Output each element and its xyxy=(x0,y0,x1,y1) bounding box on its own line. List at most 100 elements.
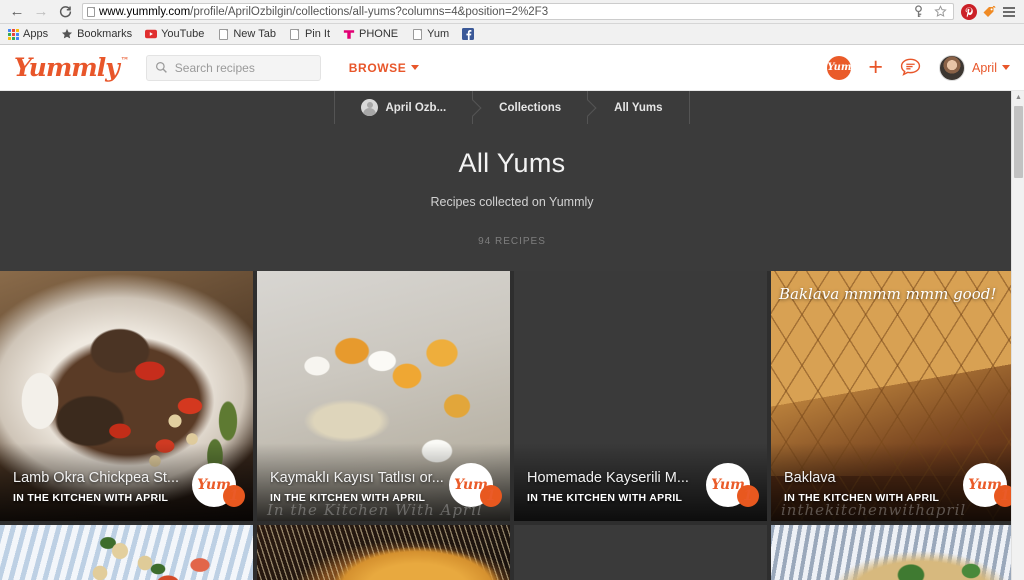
bookmark-facebook[interactable] xyxy=(462,28,475,40)
yummly-logo[interactable]: Yummly ™ xyxy=(14,53,129,82)
facebook-icon xyxy=(462,28,475,40)
chevron-down-icon xyxy=(411,65,420,70)
recipe-image xyxy=(257,525,510,580)
add-button[interactable]: + xyxy=(868,55,883,80)
messages-icon[interactable] xyxy=(900,58,922,78)
add-label: + xyxy=(868,53,883,81)
recipe-title: Baklava xyxy=(784,470,836,486)
bookmark-label: YouTube xyxy=(161,28,205,40)
star-icon xyxy=(61,28,73,40)
recipe-image xyxy=(771,525,1024,580)
recipe-title: Homemade Kayserili M... xyxy=(527,470,689,486)
yum-badge[interactable]: Yum 1 xyxy=(706,463,759,507)
bookmark-phone[interactable]: PHONE xyxy=(343,28,398,40)
url-host: www.yummly.com xyxy=(99,5,191,18)
bookmark-label: Bookmarks xyxy=(77,28,133,40)
back-arrow-icon[interactable]: ← xyxy=(6,1,28,23)
recipe-image-placeholder xyxy=(514,525,767,580)
recipe-card[interactable] xyxy=(0,525,253,580)
page-subtitle: Recipes collected on Yummly xyxy=(430,195,594,209)
browse-menu-button[interactable]: BROWSE xyxy=(349,61,420,75)
user-name-menu[interactable]: April xyxy=(972,61,1010,75)
recipe-card[interactable]: In the Kitchen With April Kaymaklı Kayıs… xyxy=(257,271,510,521)
breadcrumb-label: All Yums xyxy=(614,101,663,114)
breadcrumb-item-collections[interactable]: Collections xyxy=(472,91,587,124)
yum-button[interactable]: Yum xyxy=(827,55,852,80)
menu-icon[interactable] xyxy=(1000,3,1018,21)
logo-tm: ™ xyxy=(120,55,129,65)
recipe-card-text: Kaymaklı Kayısı Tatlısı or... IN THE KIT… xyxy=(270,470,444,504)
url-path: /profile/AprilOzbilgin/collections/all-y… xyxy=(190,5,549,18)
browser-toolbar: ← → www.yummly.com/profile/AprilOzbilgin… xyxy=(0,0,1024,24)
recipe-grid: Lamb Okra Chickpea St... IN THE KITCHEN … xyxy=(0,271,1024,580)
recipe-card[interactable]: Baklava mmmm mmm good! inthekitchenwitha… xyxy=(771,271,1024,521)
recipe-source: IN THE KITCHEN WITH APRIL xyxy=(527,492,683,504)
user-name-label: April xyxy=(971,60,997,75)
vertical-scrollbar[interactable]: ▲ ▼ xyxy=(1011,91,1024,580)
bookmark-youtube[interactable]: YouTube xyxy=(145,28,204,40)
page-icon xyxy=(217,28,229,40)
yum-badge[interactable]: Yum 1 xyxy=(963,463,1016,507)
page-area: Yummly ™ Search recipes BROWSE Yum + Apri… xyxy=(0,45,1024,580)
reload-icon-glyph xyxy=(59,6,71,18)
recipe-card-text: Lamb Okra Chickpea St... IN THE KITCHEN … xyxy=(13,470,187,504)
search-icon xyxy=(155,62,167,73)
recipe-card[interactable] xyxy=(771,525,1024,580)
url-text: www.yummly.com/profile/AprilOzbilgin/col… xyxy=(99,6,905,18)
bookmark-label: Apps xyxy=(23,28,49,40)
bookmark-label: Yum xyxy=(427,28,450,40)
tmobile-icon xyxy=(343,28,355,40)
user-menu[interactable]: April xyxy=(938,54,1010,81)
bookmarks-bar: Apps Bookmarks YouTube New Tab Pin It PH… xyxy=(0,24,1024,45)
reload-icon[interactable] xyxy=(54,1,76,23)
page-info-icon xyxy=(87,6,95,17)
recipe-card[interactable]: Homemade Kayserili M... IN THE KITCHEN W… xyxy=(514,271,767,521)
logo-text: Yummly xyxy=(14,53,120,82)
recipe-card[interactable] xyxy=(514,525,767,580)
yum-badge[interactable]: Yum 1 xyxy=(449,463,502,507)
recipe-source: IN THE KITCHEN WITH APRIL xyxy=(13,492,169,504)
apps-grid-icon xyxy=(7,28,19,40)
page-icon xyxy=(289,28,301,40)
breadcrumb-item-profile[interactable]: April Ozb... xyxy=(334,91,472,124)
avatar-icon xyxy=(361,99,379,116)
recipe-title: Kaymaklı Kayısı Tatlısı or... xyxy=(270,470,444,486)
recipe-card[interactable]: Lamb Okra Chickpea St... IN THE KITCHEN … xyxy=(0,271,253,521)
key-icon[interactable] xyxy=(909,3,927,21)
recipe-title: Lamb Okra Chickpea St... xyxy=(13,470,180,486)
search-input[interactable]: Search recipes xyxy=(145,54,321,81)
bookmark-label: New Tab xyxy=(233,28,276,40)
recipe-count: 94 RECIPES xyxy=(478,236,546,247)
browse-label: BROWSE xyxy=(348,60,407,75)
recipe-card[interactable] xyxy=(257,525,510,580)
yum-count: 1 xyxy=(480,485,502,507)
youtube-icon xyxy=(145,28,158,40)
bookmark-new-tab[interactable]: New Tab xyxy=(217,28,276,40)
page-icon xyxy=(411,28,423,40)
yum-badge[interactable]: Yum 1 xyxy=(192,463,245,507)
image-caption-overlay: Baklava mmmm mmm good! xyxy=(779,285,997,303)
breadcrumb-label: April Ozb... xyxy=(385,101,447,114)
scrollbar-thumb[interactable] xyxy=(1014,106,1023,178)
recipe-card-text: Homemade Kayserili M... IN THE KITCHEN W… xyxy=(527,470,701,504)
bookmark-label: PHONE xyxy=(359,28,399,40)
breadcrumb-label: Collections xyxy=(499,101,562,114)
yum-count: 1 xyxy=(223,485,245,507)
star-icon[interactable] xyxy=(931,3,949,21)
recipe-card-text: Baklava IN THE KITCHEN WITH APRIL xyxy=(784,470,958,504)
pinterest-icon[interactable] xyxy=(960,3,978,21)
tag-icon[interactable] xyxy=(980,3,998,21)
header-actions: Yum + April xyxy=(827,54,1010,81)
bookmark-pin-it[interactable]: Pin It xyxy=(289,28,330,40)
breadcrumb-item-all-yums[interactable]: All Yums xyxy=(587,91,690,124)
address-bar[interactable]: www.yummly.com/profile/AprilOzbilgin/col… xyxy=(82,3,954,20)
bookmark-bookmarks[interactable]: Bookmarks xyxy=(61,28,132,40)
scroll-up-arrow-icon[interactable]: ▲ xyxy=(1012,91,1024,104)
forward-arrow-icon[interactable]: → xyxy=(30,1,52,23)
search-placeholder: Search recipes xyxy=(174,60,255,75)
bookmark-apps[interactable]: Apps xyxy=(7,28,48,40)
yum-button-label: Yum xyxy=(827,62,852,73)
bookmark-label: Pin It xyxy=(304,28,331,40)
bookmark-yum[interactable]: Yum xyxy=(411,28,449,40)
collection-hero: All Yums Recipes collected on Yummly 94 … xyxy=(0,124,1024,271)
